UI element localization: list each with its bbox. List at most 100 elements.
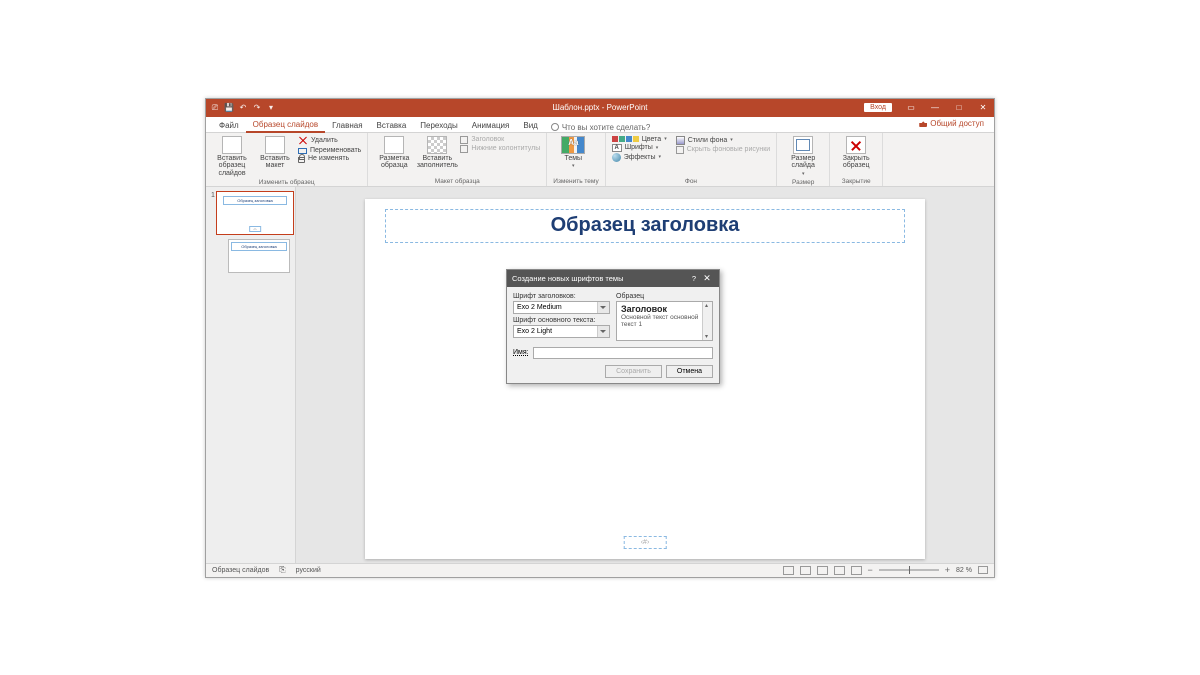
dialog-close-button[interactable]: ✕: [700, 273, 714, 284]
master-layout-icon: [384, 136, 404, 154]
spellcheck-icon[interactable]: ⎘: [279, 565, 285, 575]
cancel-button[interactable]: Отмена: [666, 365, 713, 378]
zoom-level[interactable]: 82 %: [956, 567, 972, 574]
themes-icon: [561, 136, 585, 154]
tell-me-search[interactable]: Что вы хотите сделать?: [545, 123, 656, 132]
zoom-out-button[interactable]: −: [868, 565, 873, 575]
dialog-help-button[interactable]: ?: [688, 274, 700, 283]
group-close-label: Закрытие: [836, 177, 876, 185]
dialog-titlebar[interactable]: Создание новых шрифтов темы ? ✕: [507, 270, 719, 287]
group-background: Цвета ▾ A Шрифты ▾ Эффекты ▾: [606, 133, 778, 186]
status-mode: Образец слайдов: [212, 567, 269, 574]
name-label: Имя:: [513, 349, 529, 356]
notes-button[interactable]: [783, 566, 794, 575]
group-size: Размер слайда▾ Размер: [777, 133, 830, 186]
heading-font-label: Шрифт заголовков:: [513, 293, 610, 300]
group-size-label: Размер: [783, 178, 823, 186]
insert-slide-master-button[interactable]: Вставить образец слайдов: [212, 136, 252, 178]
sample-heading: Заголовок: [621, 304, 708, 314]
bg-styles-label: Стили фона: [688, 137, 728, 144]
zoom-in-button[interactable]: +: [945, 565, 950, 575]
minimize-button[interactable]: —: [924, 99, 946, 117]
fit-to-window-button[interactable]: [978, 566, 988, 574]
redo-icon[interactable]: ↷: [252, 103, 262, 113]
insert-layout-button[interactable]: Вставить макет: [255, 136, 295, 170]
page-number-placeholder[interactable]: ‹#›: [624, 536, 667, 549]
sorter-view-button[interactable]: [817, 566, 828, 575]
ribbon-options-icon[interactable]: ▭: [900, 99, 922, 117]
effects-button[interactable]: Эффекты ▾: [612, 153, 667, 162]
bg-styles-icon: [676, 136, 685, 145]
fonts-button[interactable]: A Шрифты ▾: [612, 144, 667, 152]
tab-file[interactable]: Файл: [212, 119, 246, 132]
status-language[interactable]: русский: [296, 567, 321, 574]
slide-size-button[interactable]: Размер слайда▾: [783, 136, 823, 178]
thumb-title-placeholder: Образец заголовка: [223, 196, 287, 205]
delete-icon: [298, 136, 308, 146]
autosave-toggle-icon[interactable]: ⎚: [210, 103, 220, 113]
checkbox-icon: [460, 145, 468, 153]
name-input[interactable]: [533, 347, 713, 359]
dialog-title: Создание новых шрифтов темы: [512, 274, 688, 283]
insert-slide-master-label: Вставить образец слайдов: [212, 155, 252, 178]
zoom-slider[interactable]: [879, 569, 939, 571]
body-font-combo[interactable]: Exo 2 Light: [513, 325, 610, 338]
preserve-label: Не изменять: [308, 155, 349, 162]
share-label: Общий доступ: [930, 119, 984, 128]
tab-insert[interactable]: Вставка: [370, 119, 414, 132]
group-edit-theme: Темы▾ Изменить тему: [547, 133, 605, 186]
tab-slide-master[interactable]: Образец слайдов: [246, 118, 325, 133]
themes-button[interactable]: Темы▾: [553, 136, 593, 170]
colors-button[interactable]: Цвета ▾: [612, 136, 667, 143]
window-controls: Вход ▭ — □ ✕: [864, 99, 994, 117]
statusbar: Образец слайдов ⎘ русский − + 82 %: [206, 563, 994, 577]
rename-label: Переименовать: [310, 147, 361, 154]
master-thumbnail[interactable]: 1 Образец заголовка ‹#›: [210, 191, 291, 235]
insert-placeholder-label: Вставить заполнитель: [417, 155, 458, 170]
heading-font-combo[interactable]: Exo 2 Medium: [513, 301, 610, 314]
tell-me-label: Что вы хотите сделать?: [562, 123, 650, 132]
group-close: Закрыть образец Закрытие: [830, 133, 883, 186]
thumbnail-pane[interactable]: 1 Образец заголовка ‹#› Образец заголовк…: [206, 187, 296, 563]
save-button[interactable]: Сохранить: [605, 365, 662, 378]
sample-body: Основной текст основной текст 1: [621, 314, 708, 328]
tab-animations[interactable]: Анимация: [465, 119, 517, 132]
checkbox-icon: [676, 146, 684, 154]
qat-dropdown-icon[interactable]: ▾: [266, 103, 276, 113]
bg-styles-button[interactable]: Стили фона ▾: [676, 136, 770, 145]
rename-button[interactable]: Переименовать: [298, 147, 361, 154]
close-master-icon: [846, 136, 866, 154]
fonts-icon: A: [612, 144, 622, 152]
preserve-button[interactable]: Не изменять: [298, 155, 361, 163]
tab-transitions[interactable]: Переходы: [413, 119, 465, 132]
save-icon[interactable]: 💾: [224, 103, 234, 113]
create-theme-fonts-dialog: Создание новых шрифтов темы ? ✕ Шрифт за…: [506, 269, 720, 384]
body-font-label: Шрифт основного текста:: [513, 317, 610, 324]
layout-thumbnail[interactable]: Образец заголовка: [228, 239, 290, 273]
checkbox-icon: [460, 136, 468, 144]
group-master-layout-label: Макет образца: [374, 177, 540, 185]
hide-bg-graphics-checkbox[interactable]: Скрыть фоновые рисунки: [676, 146, 770, 154]
slideshow-view-button[interactable]: [851, 566, 862, 575]
ribbon-tabs: Файл Образец слайдов Главная Вставка Пер…: [206, 117, 994, 133]
insert-placeholder-button[interactable]: Вставить заполнитель: [417, 136, 457, 170]
share-button[interactable]: Общий доступ: [915, 117, 988, 130]
close-master-button[interactable]: Закрыть образец: [836, 136, 876, 170]
sample-scrollbar[interactable]: [702, 302, 712, 340]
delete-label: Удалить: [311, 137, 338, 144]
title-placeholder[interactable]: Образец заголовка: [385, 209, 905, 243]
window-title: Шаблон.pptx - PowerPoint: [553, 103, 648, 112]
undo-icon[interactable]: ↶: [238, 103, 248, 113]
close-window-button[interactable]: ✕: [972, 99, 994, 117]
delete-button[interactable]: Удалить: [298, 136, 361, 146]
app-window: ⎚ 💾 ↶ ↷ ▾ Шаблон.pptx - PowerPoint Вход …: [205, 98, 995, 578]
master-layout-label: Разметка образца: [374, 155, 414, 170]
maximize-button[interactable]: □: [948, 99, 970, 117]
tab-home[interactable]: Главная: [325, 119, 369, 132]
master-layout-button[interactable]: Разметка образца: [374, 136, 414, 170]
reading-view-button[interactable]: [834, 566, 845, 575]
signin-button[interactable]: Вход: [864, 103, 892, 112]
normal-view-button[interactable]: [800, 566, 811, 575]
tab-view[interactable]: Вид: [516, 119, 544, 132]
thumb-pagenum-placeholder: ‹#›: [249, 226, 261, 232]
